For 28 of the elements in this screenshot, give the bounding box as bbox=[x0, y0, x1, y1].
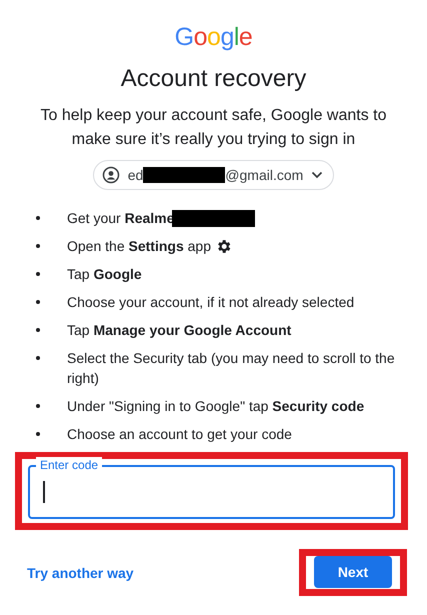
bullet-icon bbox=[36, 404, 40, 408]
email-text: ed bbox=[128, 167, 144, 183]
subtitle: To help keep your account safe, Google wants to make sure it’s really you trying to sign in bbox=[40, 106, 388, 150]
try-another-way-link[interactable]: Try another way bbox=[27, 564, 134, 580]
bullet-icon bbox=[36, 328, 40, 332]
instruction-text: Tap Manage your Google Account bbox=[67, 321, 292, 340]
chevron-down-icon bbox=[311, 171, 324, 179]
instruction-text: Open the Settings app bbox=[67, 237, 211, 256]
instruction-text: Get your Realme bbox=[67, 209, 174, 228]
email-text: @gmail.com bbox=[225, 167, 304, 183]
bullet-icon bbox=[36, 216, 40, 220]
text-cursor bbox=[43, 481, 44, 503]
instruction-text: Choose an account to get your code bbox=[67, 425, 292, 444]
google-logo: Google bbox=[174, 22, 252, 52]
instruction-text: Tap Google bbox=[67, 265, 142, 284]
instruction-text: Select the Security tab (you may need to scroll to the right) bbox=[67, 349, 396, 388]
instruction-text: Choose your account, if it not already selected bbox=[67, 293, 354, 312]
instruction-text: Under "Signing in to Google" tap Security code bbox=[67, 397, 364, 416]
bullet-icon bbox=[36, 300, 40, 304]
account-chip[interactable]: ed @gmail.com bbox=[92, 160, 334, 190]
bullet-icon bbox=[36, 356, 40, 360]
account-icon bbox=[102, 166, 120, 184]
page-title: Account recovery bbox=[120, 64, 306, 94]
next-button[interactable]: Next bbox=[314, 556, 392, 588]
code-input-field[interactable]: Enter code bbox=[28, 457, 395, 519]
bullet-icon bbox=[36, 272, 40, 276]
bullet-icon bbox=[36, 244, 40, 248]
bullet-icon bbox=[36, 432, 40, 436]
